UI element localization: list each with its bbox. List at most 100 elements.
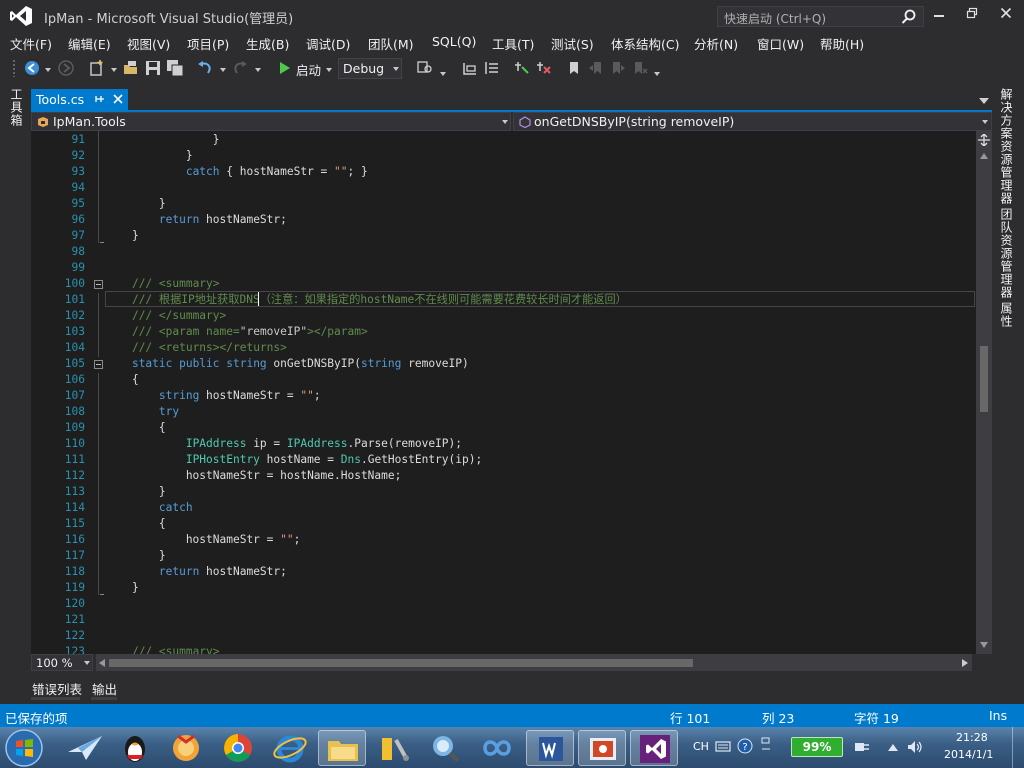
horizontal-scrollbar-thumb[interactable] — [109, 659, 693, 667]
find-in-files-icon[interactable] — [416, 59, 434, 77]
menu-debug[interactable]: 调试(D) — [306, 34, 350, 53]
battery-indicator[interactable]: 99% — [791, 737, 843, 757]
navigate-back-dropdown-icon[interactable] — [45, 68, 51, 72]
properties-tab[interactable]: 属性 — [998, 302, 1015, 328]
language-indicator[interactable]: CH — [693, 740, 709, 753]
redo-dropdown-icon[interactable] — [255, 68, 261, 72]
navigate-forward-icon[interactable] — [57, 59, 75, 77]
keyboard-icon[interactable] — [715, 740, 731, 752]
code-line[interactable]: IPHostEntry hostName = Dns.GetHostEntry(… — [105, 452, 482, 468]
clear-bookmarks-icon[interactable] — [631, 59, 649, 77]
horizontal-scrollbar[interactable] — [96, 654, 972, 671]
menu-build[interactable]: 生成(B) — [246, 34, 289, 53]
code-line[interactable]: /// <returns></returns> — [105, 340, 287, 356]
code-line[interactable]: catch — [105, 500, 193, 516]
open-file-icon[interactable] — [122, 59, 140, 77]
taskbar-app-internet-explorer[interactable] — [266, 730, 314, 766]
taskbar-app-tools[interactable] — [370, 730, 418, 766]
taskbar-app-visual-studio[interactable] — [630, 730, 678, 766]
restore-button[interactable] — [958, 4, 986, 26]
menu-help[interactable]: 帮助(H) — [820, 34, 864, 53]
members-dropdown[interactable]: onGetDNSByIP(string removeIP) — [513, 112, 992, 131]
taskbar-app-file-explorer[interactable] — [318, 730, 366, 766]
save-all-icon[interactable] — [166, 59, 184, 77]
redo-icon[interactable] — [231, 59, 249, 77]
code-line[interactable]: string hostNameStr = ""; — [105, 388, 321, 404]
code-line[interactable]: return hostNameStr; — [105, 564, 287, 580]
search-icon[interactable] — [901, 9, 917, 25]
next-bookmark-icon[interactable] — [609, 59, 627, 77]
document-tab-tools-cs[interactable]: Tools.cs — [31, 89, 128, 110]
uncomment-icon[interactable] — [535, 59, 553, 77]
start-debugging-icon[interactable] — [276, 59, 294, 77]
menu-sql[interactable]: SQL(Q) — [432, 34, 476, 49]
code-line[interactable]: IPAddress ip = IPAddress.Parse(removeIP)… — [105, 436, 462, 452]
menu-analyze[interactable]: 分析(N) — [694, 34, 738, 53]
toolbar-options-icon[interactable] — [654, 72, 660, 76]
start-button-label[interactable]: 启动 — [296, 60, 321, 79]
navigate-back-icon[interactable] — [23, 59, 41, 77]
collapse-icon[interactable] — [94, 360, 103, 369]
tab-error-list[interactable]: 错误列表 — [32, 679, 82, 698]
solution-configuration-select[interactable]: Debug — [338, 58, 402, 79]
pin-icon[interactable] — [94, 92, 106, 106]
code-line[interactable]: /// <summary> — [105, 644, 220, 654]
menu-architecture[interactable]: 体系结构(C) — [611, 34, 679, 53]
menu-team[interactable]: 团队(M) — [368, 34, 414, 53]
tab-overflow-dropdown-icon[interactable] — [979, 98, 989, 104]
show-desktop-button[interactable] — [1012, 727, 1024, 768]
code-line[interactable]: /// <summary> — [105, 276, 220, 292]
clock-time[interactable]: 21:28 — [956, 731, 988, 744]
quick-launch-input[interactable]: 快速启动 (Ctrl+Q) — [717, 6, 924, 27]
close-window-button[interactable] — [992, 4, 1020, 26]
code-line[interactable]: } — [105, 484, 166, 500]
code-line[interactable]: /// 根据IP地址获取DNS（注意：如果指定的hostName不在线则可能需要… — [105, 292, 627, 308]
bookmark-icon[interactable] — [565, 59, 583, 77]
taskbar-app-network-tool[interactable] — [421, 730, 469, 766]
taskbar-app-infinity[interactable] — [473, 730, 521, 766]
vertical-scrollbar-thumb[interactable] — [980, 346, 988, 412]
new-project-icon[interactable] — [88, 59, 106, 77]
taskbar-app-qq[interactable] — [111, 730, 159, 766]
code-line[interactable]: { — [105, 420, 166, 436]
code-line[interactable]: } — [105, 580, 139, 596]
split-window-icon[interactable] — [978, 134, 990, 146]
find-dropdown-icon[interactable] — [440, 72, 446, 76]
start-menu-icon[interactable] — [3, 728, 45, 768]
save-icon[interactable] — [144, 59, 162, 77]
ime-options-icon[interactable] — [760, 735, 772, 755]
menu-test[interactable]: 测试(S) — [551, 34, 594, 53]
minimize-button[interactable] — [925, 4, 953, 26]
code-line[interactable]: } — [105, 548, 166, 564]
code-line[interactable]: catch { hostNameStr = ""; } — [105, 164, 368, 180]
code-line[interactable]: } — [105, 228, 139, 244]
taskbar-app-powerpoint[interactable] — [578, 730, 626, 766]
step-over-icon[interactable] — [483, 59, 501, 77]
start-dropdown-icon[interactable] — [326, 68, 332, 72]
taskbar-app-word[interactable] — [526, 730, 574, 766]
taskbar-app-qq-game[interactable] — [162, 730, 210, 766]
scroll-left-icon[interactable] — [99, 659, 105, 667]
undo-icon[interactable] — [196, 59, 214, 77]
tab-output[interactable]: 输出 — [92, 679, 117, 698]
code-editor[interactable]: 91 92 93 94 95 96 97 98 99 100 101 102 103 104 105 106 1… — [31, 131, 976, 654]
new-project-dropdown-icon[interactable] — [111, 68, 117, 72]
code-line[interactable]: static public string onGetDNSByIP(string… — [105, 356, 469, 372]
show-hidden-icons-icon[interactable] — [888, 743, 898, 751]
code-line[interactable]: /// <param name="removeIP"></param> — [105, 324, 368, 340]
code-line[interactable]: } — [105, 148, 193, 164]
scroll-down-icon[interactable] — [980, 642, 988, 648]
code-line[interactable]: hostNameStr = hostName.HostName; — [105, 468, 402, 484]
team-explorer-tab[interactable]: 团队资源管理器 — [998, 208, 1015, 299]
solution-explorer-tab[interactable]: 解决方案资源管理器 — [998, 88, 1015, 205]
comment-out-icon[interactable] — [513, 59, 531, 77]
taskbar-app-chrome[interactable] — [214, 730, 262, 766]
taskbar-app-feiq[interactable] — [60, 730, 108, 766]
menu-file[interactable]: 文件(F) — [10, 34, 52, 53]
code-line[interactable]: } — [105, 132, 220, 148]
collapse-icon[interactable] — [94, 280, 103, 289]
code-line[interactable]: /// </summary> — [105, 308, 226, 324]
power-plug-icon[interactable] — [853, 740, 871, 754]
menu-edit[interactable]: 编辑(E) — [68, 34, 111, 53]
volume-icon[interactable] — [906, 739, 924, 755]
